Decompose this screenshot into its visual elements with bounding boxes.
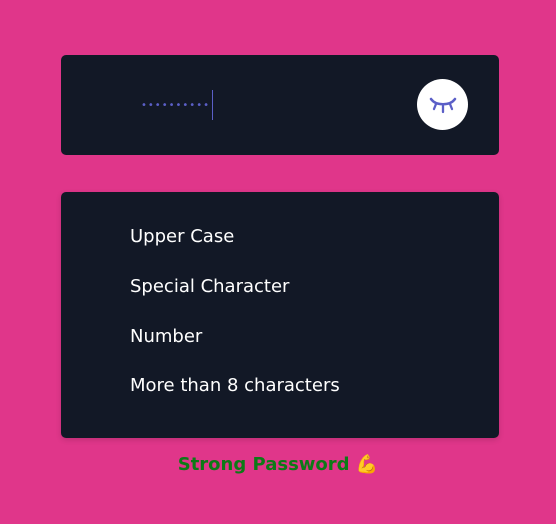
masked-password: •••••••••• <box>141 99 210 111</box>
password-card: •••••••••• <box>61 55 499 155</box>
toggle-password-visibility-button[interactable] <box>417 79 468 130</box>
eye-closed-icon <box>429 97 456 113</box>
password-requirements-card: Upper Case Special Character Number More… <box>61 192 499 438</box>
password-strength-page: •••••••••• Upper Case Special Character … <box>0 0 556 524</box>
flexed-biceps-icon: 💪 <box>355 454 379 475</box>
requirement-number: Number <box>130 326 203 347</box>
requirement-upper-case: Upper Case <box>130 226 235 247</box>
password-input[interactable]: •••••••••• <box>141 89 213 121</box>
requirement-length: More than 8 characters <box>130 375 340 396</box>
strength-label: Strong Password <box>177 454 350 475</box>
password-strength-status: Strong Password 💪 <box>0 454 556 475</box>
text-cursor <box>211 90 213 120</box>
requirement-special-character: Special Character <box>130 276 290 297</box>
